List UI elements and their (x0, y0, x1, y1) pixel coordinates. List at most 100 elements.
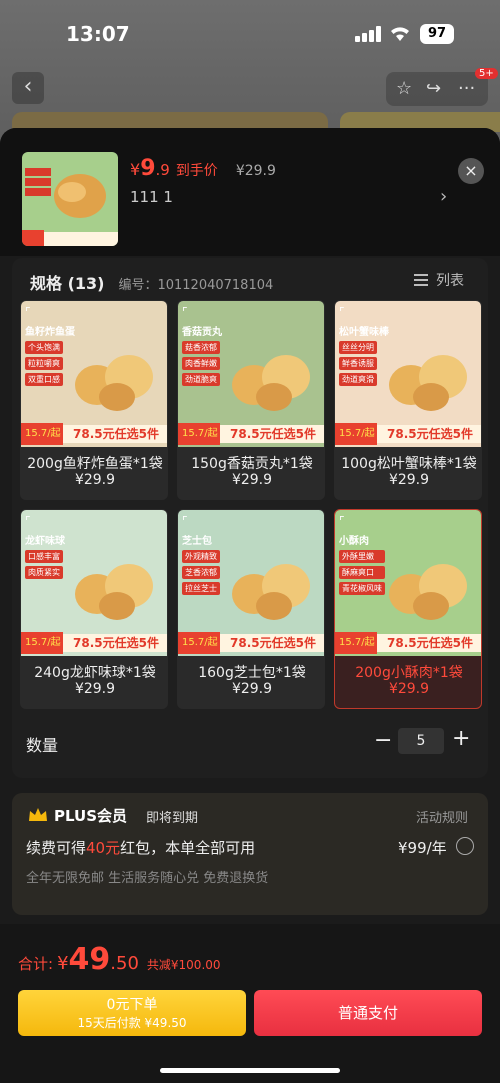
list-icon (414, 273, 428, 287)
close-button[interactable]: × (458, 158, 484, 184)
expand-icon: ⌜ (182, 514, 188, 528)
price-decimal: .9 (155, 161, 170, 179)
spec-card[interactable]: ⌜ 龙虾味球 口感丰富 肉质紧实 15.7/起 78.5元任选5件 240g龙虾味… (20, 509, 168, 709)
food-illustration (232, 564, 310, 620)
renew-suffix: 红包，本单全部可用 (120, 839, 256, 857)
background-nav: ‹ ☆ ↪ ··· 5+ (0, 68, 500, 110)
plus-expire: 即将到期 (146, 811, 199, 826)
spec-card-label: 龙虾味球 (25, 536, 65, 547)
feature-tag: 菇香浓郁 (182, 341, 220, 354)
expand-icon: ⌜ (182, 305, 188, 319)
food-illustration (232, 355, 310, 411)
home-indicator (160, 1068, 340, 1073)
feature-tag: 外观精致 (182, 550, 220, 563)
quantity-minus-button[interactable]: − (374, 728, 392, 753)
feature-tag: 外酥里嫩 (339, 550, 385, 563)
sku-sheet: ¥ 9 .9 到手价 ¥29.9 111 1 › × 规格 (13) 编号：10… (0, 128, 500, 1083)
feature-tags: 外观精致芝香浓郁拉丝芝士 (182, 550, 220, 598)
spec-card[interactable]: ⌜ 芝士包 外观精致 芝香浓郁 拉丝芝士 15.7/起 78.5元任选5件 160g… (177, 509, 325, 709)
star-icon[interactable]: ☆ (396, 78, 412, 99)
cart-badge: 5+ (475, 68, 498, 79)
expand-icon: ⌜ (339, 305, 345, 319)
price-row: ¥ 9 .9 到手价 ¥29.9 (130, 156, 276, 181)
back-icon[interactable]: ‹ (12, 72, 44, 104)
credit-line2: 15天后付款 ¥49.50 (77, 1016, 187, 1030)
status-bar: 13:07 97 (0, 0, 500, 66)
spec-card-label: 芝士包 (182, 536, 212, 547)
background-actions: ☆ ↪ ··· (386, 72, 488, 106)
spec-card-name: 150g香菇贡丸*1袋 (191, 456, 313, 472)
price-tag: 到手价 (175, 163, 218, 179)
normal-pay-button[interactable]: 普通支付 (254, 990, 482, 1036)
feature-tags: 菇香浓郁 肉香鲜嫩 劲道脆爽 (182, 341, 220, 389)
feature-tag: 芝香浓郁 (182, 566, 220, 579)
renew-amount: 40元 (86, 839, 121, 857)
feature-tags: 个头饱满 粒粒嚼爽 双重口感 (25, 341, 63, 389)
plus-benefits: 全年无限免邮 生活服务随心兑 免费退换货 (26, 871, 269, 886)
feature-tag: 鲜香诱服 (339, 357, 377, 370)
plus-fee: ¥99/年 (398, 839, 447, 857)
food-illustration (75, 564, 153, 620)
list-toggle-label: 列表 (436, 273, 464, 289)
product-code: 编号：10112040718104 (118, 278, 274, 293)
spec-card-name: 240g龙虾味球*1袋 (34, 665, 156, 681)
spec-card[interactable]: ⌜ 松叶蟹味棒 丝丝分明鲜香诱服劲道爽滑 15.7/起 78.5元任选5件 10… (334, 300, 482, 500)
feature-tag: 拉丝芝士 (182, 582, 220, 595)
promo-price: 15.7/起 (178, 423, 220, 445)
original-price: ¥29.9 (235, 163, 276, 179)
list-view-toggle[interactable]: 列表 (414, 270, 464, 290)
total-row: 合计: ¥ 49 .50 共减¥100.00 (18, 942, 221, 977)
plus-renew-text: 续费可得40元红包，本单全部可用 (26, 837, 255, 858)
selected-sku-summary[interactable]: 111 1 (130, 188, 173, 206)
total-savings: 共减¥100.00 (146, 958, 221, 972)
spec-card[interactable]: ⌜ 小酥肉 外酥里嫩 酥麻爽口 青花椒风味 15.7/起 78.5元任选5件 200… (334, 509, 482, 709)
more-icon[interactable]: ··· (458, 78, 475, 99)
promo-text: 78.5元任选5件 (63, 425, 167, 443)
spec-card-image: ⌜ 鱼籽炸鱼蛋 个头饱满 粒粒嚼爽 双重口感 15.7/起 78.5元任选5件 (21, 301, 167, 447)
renew-prefix: 续费可得 (26, 839, 87, 857)
promo-text: 78.5元任选5件 (63, 634, 167, 652)
wifi-icon (391, 27, 409, 41)
promo-text: 78.5元任选5件 (220, 425, 324, 443)
feature-tag: 劲道爽滑 (339, 373, 377, 386)
feature-tag: 丝丝分明 (339, 341, 377, 354)
promo-price: 15.7/起 (335, 632, 377, 654)
status-time: 13:07 (66, 22, 130, 46)
feature-tag: 粒粒嚼爽 (25, 357, 63, 370)
credit-line1: 0元下单 (106, 997, 158, 1013)
spec-header: 规格 (13) 编号：10112040718104 (30, 270, 273, 294)
promo-banner: 15.7/起 78.5元任选5件 (335, 423, 481, 445)
feature-tag: 口感丰富 (25, 550, 63, 563)
plus-rules-link[interactable]: 活动规则 (416, 807, 468, 826)
spec-card-price: ¥29.9 (231, 472, 273, 488)
spec-card-image: ⌜ 芝士包 外观精致 芝香浓郁 拉丝芝士 15.7/起 78.5元任选5件 (178, 510, 324, 656)
product-thumbnail (22, 152, 118, 246)
quantity-plus-button[interactable]: + (452, 726, 470, 751)
promo-price: 15.7/起 (21, 632, 63, 654)
chevron-right-icon[interactable]: › (440, 186, 447, 207)
food-illustration (389, 564, 467, 620)
spec-card-label: 松叶蟹味棒 (339, 327, 389, 338)
spec-card-name: 100g松叶蟹味棒*1袋 (341, 456, 477, 472)
promo-price: 15.7/起 (21, 423, 63, 445)
quantity-input[interactable]: 5 (398, 728, 444, 754)
spec-card-name: 160g芝士包*1袋 (198, 665, 306, 681)
feature-tags: 外酥里嫩酥麻爽口青花椒风味 (339, 550, 385, 598)
share-icon[interactable]: ↪ (426, 78, 441, 99)
plus-title: PLUS会员 (54, 807, 128, 825)
expand-icon: ⌜ (339, 514, 345, 528)
spec-card-image: ⌜ 松叶蟹味棒 丝丝分明鲜香诱服劲道爽滑 15.7/起 78.5元任选5件 (335, 301, 481, 447)
credit-order-button[interactable]: 0元下单 15天后付款 ¥49.50 (18, 990, 246, 1036)
spec-card[interactable]: ⌜ 鱼籽炸鱼蛋 个头饱满 粒粒嚼爽 双重口感 15.7/起 78.5元任选5件 20… (20, 300, 168, 500)
total-integer: 49 (68, 942, 111, 977)
feature-tag: 酥麻爽口 (339, 566, 385, 579)
spec-card-label: 鱼籽炸鱼蛋 (25, 327, 75, 338)
plus-radio[interactable] (456, 837, 474, 855)
spec-card[interactable]: ⌜ 香菇贡丸 菇香浓郁 肉香鲜嫩 劲道脆爽 15.7/起 78.5元任选5件 150… (177, 300, 325, 500)
spec-card-image: ⌜ 龙虾味球 口感丰富 肉质紧实 15.7/起 78.5元任选5件 (21, 510, 167, 656)
spec-card-image: ⌜ 香菇贡丸 菇香浓郁 肉香鲜嫩 劲道脆爽 15.7/起 78.5元任选5件 (178, 301, 324, 447)
feature-tag: 青花椒风味 (339, 582, 385, 595)
spec-title: 规格 (13) (30, 274, 105, 293)
feature-tag: 双重口感 (25, 373, 63, 386)
food-illustration (389, 355, 467, 411)
